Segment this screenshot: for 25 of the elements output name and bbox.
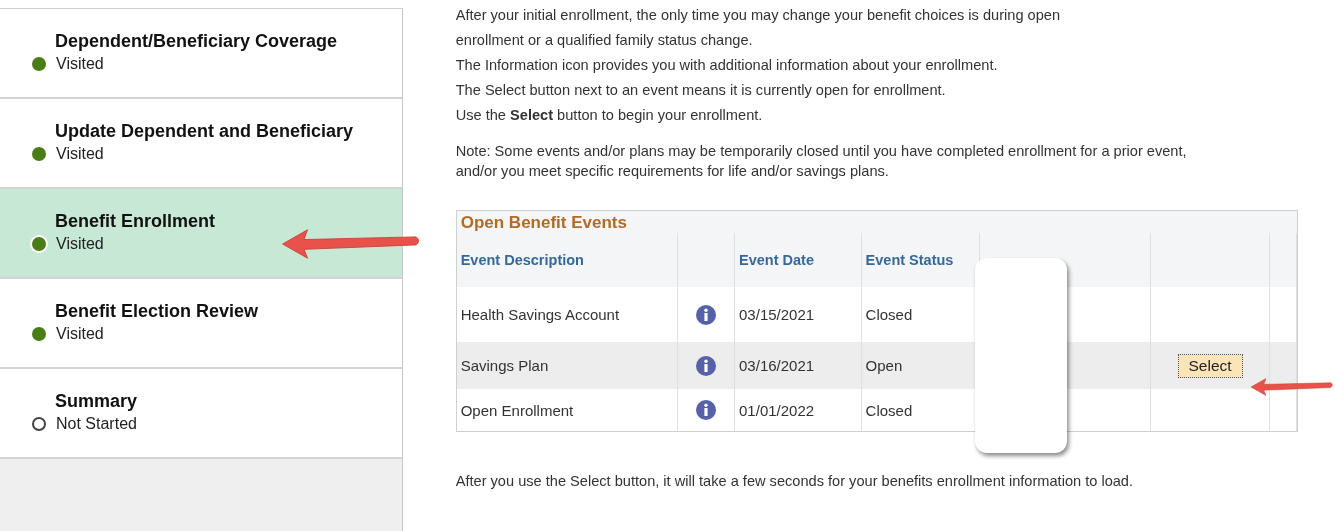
status-label: Visited xyxy=(56,325,104,343)
note-text: Note: Some events and/or plans may be temporarily closed until you have completed enrollment for a prior event, and/or you meet specific requirements for life and/or savings plans. xyxy=(455,142,1188,181)
table-cell: 03/16/2021 xyxy=(734,342,862,389)
instruction-text: The Information icon provides you with additional information about your enrollment. xyxy=(455,56,999,75)
status-label: Not Started xyxy=(56,415,137,433)
table-title: Open Benefit Events xyxy=(459,212,628,233)
table-cell: Savings Plan xyxy=(456,342,678,389)
instruction-text: After you use the Select button, it will take a few seconds for your benefits enrollment information to load. xyxy=(455,472,1135,491)
table-cell: 01/01/2022 xyxy=(734,389,862,431)
table-cell: Open Enrollment xyxy=(456,389,678,431)
column-header: Event Description xyxy=(456,233,678,287)
instruction-text: enrollment or a qualified family status change. xyxy=(455,31,754,50)
status-label: Visited xyxy=(56,145,104,163)
select-button[interactable]: Select xyxy=(1177,353,1243,378)
sidebar-item[interactable]: Benefit Enrollment Visited xyxy=(0,189,402,279)
column-header: Event Date xyxy=(734,233,862,287)
status-label: Visited xyxy=(56,55,104,73)
info-icon[interactable] xyxy=(696,355,717,376)
instruction-text: Use the Select button to begin your enrollment. xyxy=(455,106,764,125)
info-icon[interactable] xyxy=(696,400,717,420)
instruction-text: After your initial enrollment, the only time you may change your benefit choices is during open xyxy=(455,6,1062,25)
info-icon[interactable] xyxy=(696,304,717,325)
instruction-text: The Select button next to an event means it is currently open for enrollment. xyxy=(455,81,947,100)
status-label: Visited xyxy=(56,235,104,253)
column-header: Event Status xyxy=(861,233,980,287)
